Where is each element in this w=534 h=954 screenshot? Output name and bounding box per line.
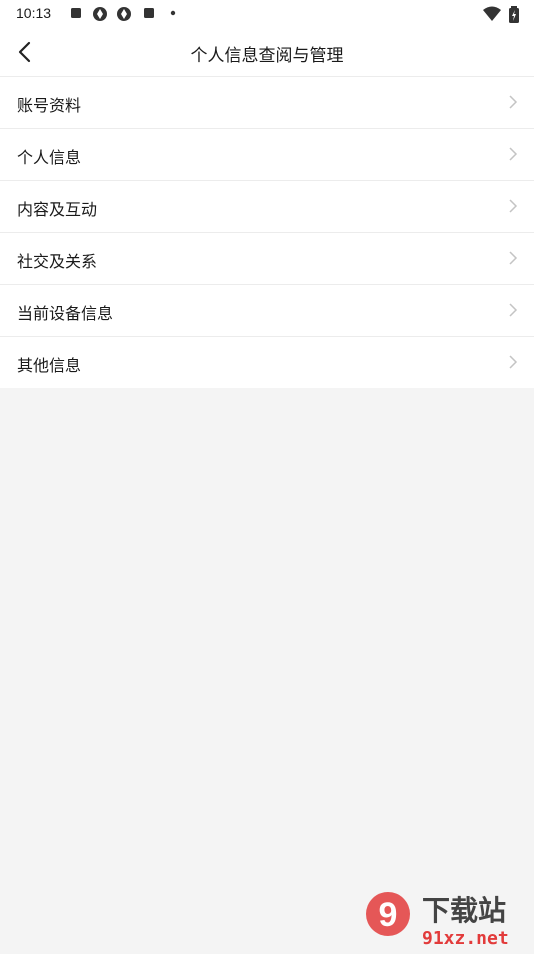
chevron-right-icon bbox=[509, 95, 518, 109]
wifi-icon bbox=[483, 6, 501, 21]
square-icon bbox=[71, 8, 81, 18]
status-time: 10:13 bbox=[16, 5, 52, 21]
menu-item-other-info[interactable]: 其他信息 bbox=[0, 336, 534, 388]
menu-item-label: 内容及互动 bbox=[17, 200, 98, 219]
aperture-icon bbox=[117, 7, 131, 21]
page-title: 个人信息查阅与管理 bbox=[190, 46, 344, 66]
chevron-right-icon bbox=[509, 303, 518, 317]
status-bar: 10:13 bbox=[0, 0, 534, 28]
menu-item-label: 账号资料 bbox=[17, 96, 82, 115]
chevron-right-icon bbox=[509, 355, 518, 369]
battery-icon bbox=[509, 6, 519, 23]
aperture-icon bbox=[93, 7, 107, 21]
watermark-title: 下载站 bbox=[422, 894, 506, 927]
chevron-right-icon bbox=[509, 251, 518, 265]
menu-item-social-relations[interactable]: 社交及关系 bbox=[0, 232, 534, 284]
dot-icon bbox=[170, 10, 176, 16]
menu-item-content-interaction[interactable]: 内容及互动 bbox=[0, 180, 534, 232]
square-icon bbox=[144, 8, 154, 18]
navigation-bar: 个人信息查阅与管理 bbox=[0, 28, 534, 76]
watermark-logo-text: 9 bbox=[379, 896, 398, 934]
watermark-domain: 91xz.net bbox=[422, 928, 509, 949]
chevron-right-icon bbox=[509, 147, 518, 161]
chevron-right-icon bbox=[509, 199, 518, 213]
menu-item-account-profile[interactable]: 账号资料 bbox=[0, 76, 534, 128]
menu-item-label: 个人信息 bbox=[17, 148, 82, 167]
settings-menu: 账号资料 个人信息 内容及互动 社交及关系 当前设备信息 其他信息 bbox=[0, 76, 534, 388]
menu-item-device-info[interactable]: 当前设备信息 bbox=[0, 284, 534, 336]
menu-item-label: 当前设备信息 bbox=[17, 304, 114, 323]
watermark-logo: 9 下载站 91xz.net bbox=[360, 886, 534, 950]
menu-item-personal-info[interactable]: 个人信息 bbox=[0, 128, 534, 180]
menu-item-label: 社交及关系 bbox=[17, 252, 98, 271]
menu-item-label: 其他信息 bbox=[17, 356, 82, 375]
